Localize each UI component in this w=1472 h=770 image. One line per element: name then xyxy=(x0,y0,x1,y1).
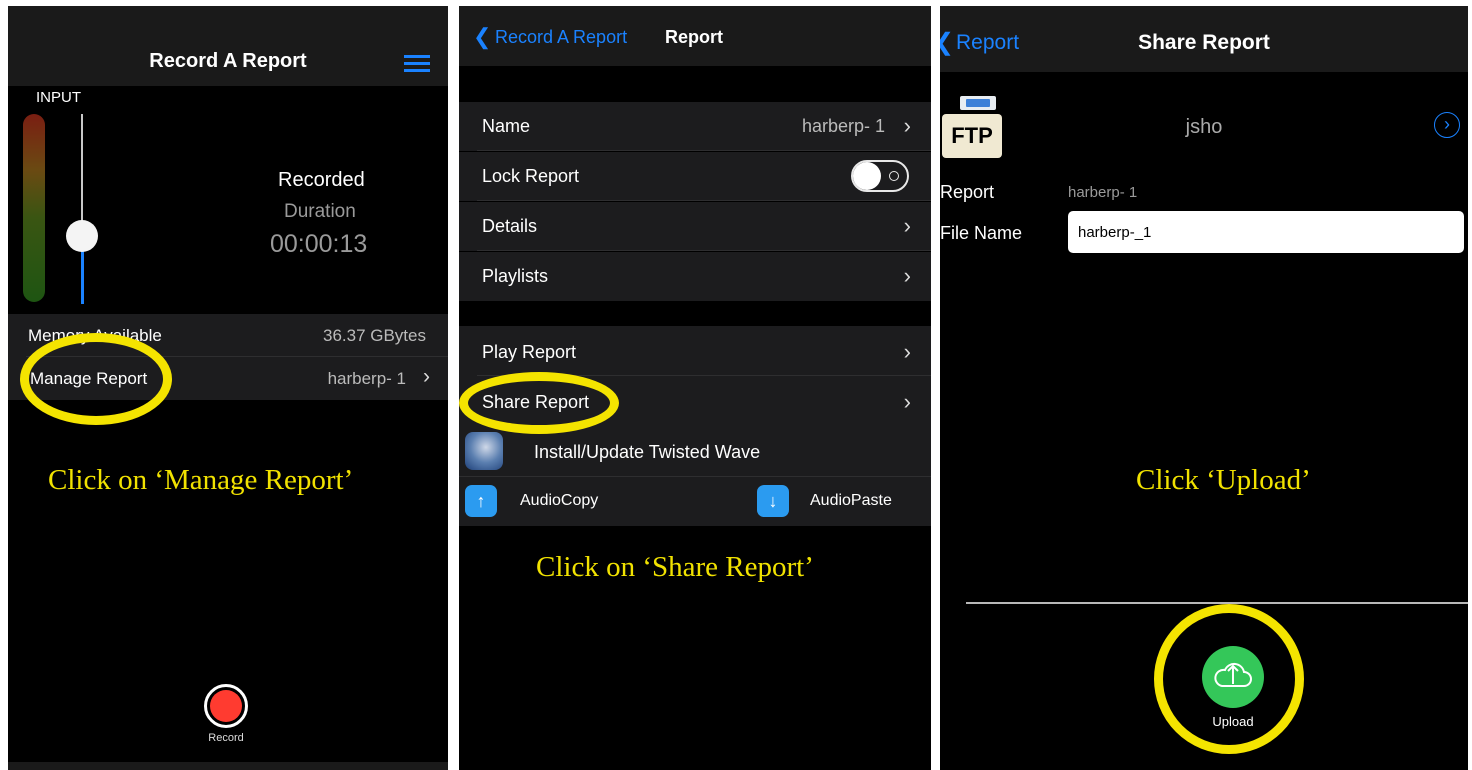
nav-bar: Record A Report xyxy=(8,6,448,86)
record-button[interactable] xyxy=(204,684,248,728)
duration-value: 00:00:13 xyxy=(270,230,368,258)
page-title: Record A Report xyxy=(149,50,307,72)
lock-report-label: Lock Report xyxy=(482,166,580,186)
playlists-row[interactable]: Playlists › xyxy=(459,252,931,301)
input-label: INPUT xyxy=(36,89,81,106)
toggle-knob xyxy=(853,162,881,190)
report-label: Report xyxy=(940,182,995,202)
page-title: Share Report xyxy=(1138,31,1270,54)
instruction-text: Click on ‘Manage Report’ xyxy=(48,464,354,496)
cloud-upload-icon xyxy=(1214,662,1252,687)
name-value: harberp- 1 xyxy=(801,116,885,136)
file-name-label: File Name xyxy=(940,223,1023,243)
details-row[interactable]: Details › xyxy=(459,202,931,251)
toggle-off-icon xyxy=(889,171,899,181)
twisted-wave-icon[interactable] xyxy=(465,432,503,470)
chevron-right-icon: › xyxy=(903,389,911,414)
chevron-right-icon: › xyxy=(903,213,911,238)
upload-label: Upload xyxy=(1212,714,1254,729)
highlight-circle xyxy=(459,372,619,434)
playlists-label: Playlists xyxy=(482,266,549,286)
tab-bar xyxy=(8,762,448,770)
record-label: Record xyxy=(208,732,244,744)
manage-report-value: harberp- 1 xyxy=(327,369,406,388)
page-title: Report xyxy=(665,27,723,47)
audiopaste-label[interactable]: AudioPaste xyxy=(810,492,892,510)
duration-label: Duration xyxy=(284,201,356,222)
account-details-icon[interactable]: › xyxy=(1434,112,1460,138)
instruction-text: Click on ‘Share Report’ xyxy=(536,551,814,583)
audiocopy-label[interactable]: AudioCopy xyxy=(520,492,598,510)
record-icon xyxy=(210,690,242,722)
audiopaste-icon[interactable]: ↓ xyxy=(757,485,789,517)
report-screen: ❮ Record A Report Report Name harberp- 1… xyxy=(459,6,931,770)
lock-report-toggle[interactable] xyxy=(851,160,909,192)
lock-report-row: Lock Report xyxy=(459,152,931,201)
name-label: Name xyxy=(482,116,531,136)
chevron-right-icon: › xyxy=(903,263,911,288)
memory-value: 36.37 GBytes xyxy=(322,326,426,345)
progress-line xyxy=(966,602,1468,604)
chevron-left-icon[interactable]: ❮ xyxy=(473,24,491,50)
back-button[interactable]: Record A Report xyxy=(495,27,627,48)
record-report-screen: Record A Report INPUT Recorded Duration … xyxy=(8,6,448,770)
instruction-text: Click ‘Upload’ xyxy=(1136,464,1311,496)
chevron-right-icon: › xyxy=(423,365,430,388)
file-name-input[interactable]: harberp-_1 xyxy=(1068,211,1464,253)
play-report-label: Play Report xyxy=(482,342,577,362)
apps-section: Install/Update Twisted Wave ↑ AudioCopy … xyxy=(459,426,931,526)
share-report-screen: ❮ Report Share Report FTP jsho › Report … xyxy=(940,6,1468,770)
play-report-row[interactable]: Play Report › xyxy=(459,326,931,376)
account-name: jsho xyxy=(1185,116,1223,138)
recorded-label: Recorded xyxy=(278,169,365,191)
input-slider-thumb[interactable] xyxy=(66,220,98,252)
nav-bar: ❮ Record A Report Report xyxy=(459,6,931,66)
highlight-circle xyxy=(20,333,172,425)
chevron-right-icon: › xyxy=(903,339,911,364)
audiocopy-icon[interactable]: ↑ xyxy=(465,485,497,517)
chevron-right-icon: › xyxy=(903,113,911,138)
input-slider-track-upper xyxy=(81,114,83,236)
install-twisted-wave-label[interactable]: Install/Update Twisted Wave xyxy=(534,442,760,463)
name-row[interactable]: Name harberp- 1 › xyxy=(459,102,931,151)
upload-button[interactable] xyxy=(1202,646,1264,708)
nav-bar: ❮ Report Share Report xyxy=(940,6,1468,72)
input-level-meter xyxy=(23,114,45,302)
menu-icon[interactable] xyxy=(404,55,430,72)
report-value: harberp- 1 xyxy=(1068,184,1138,201)
details-label: Details xyxy=(482,216,538,236)
ftp-network-icon xyxy=(960,96,996,110)
